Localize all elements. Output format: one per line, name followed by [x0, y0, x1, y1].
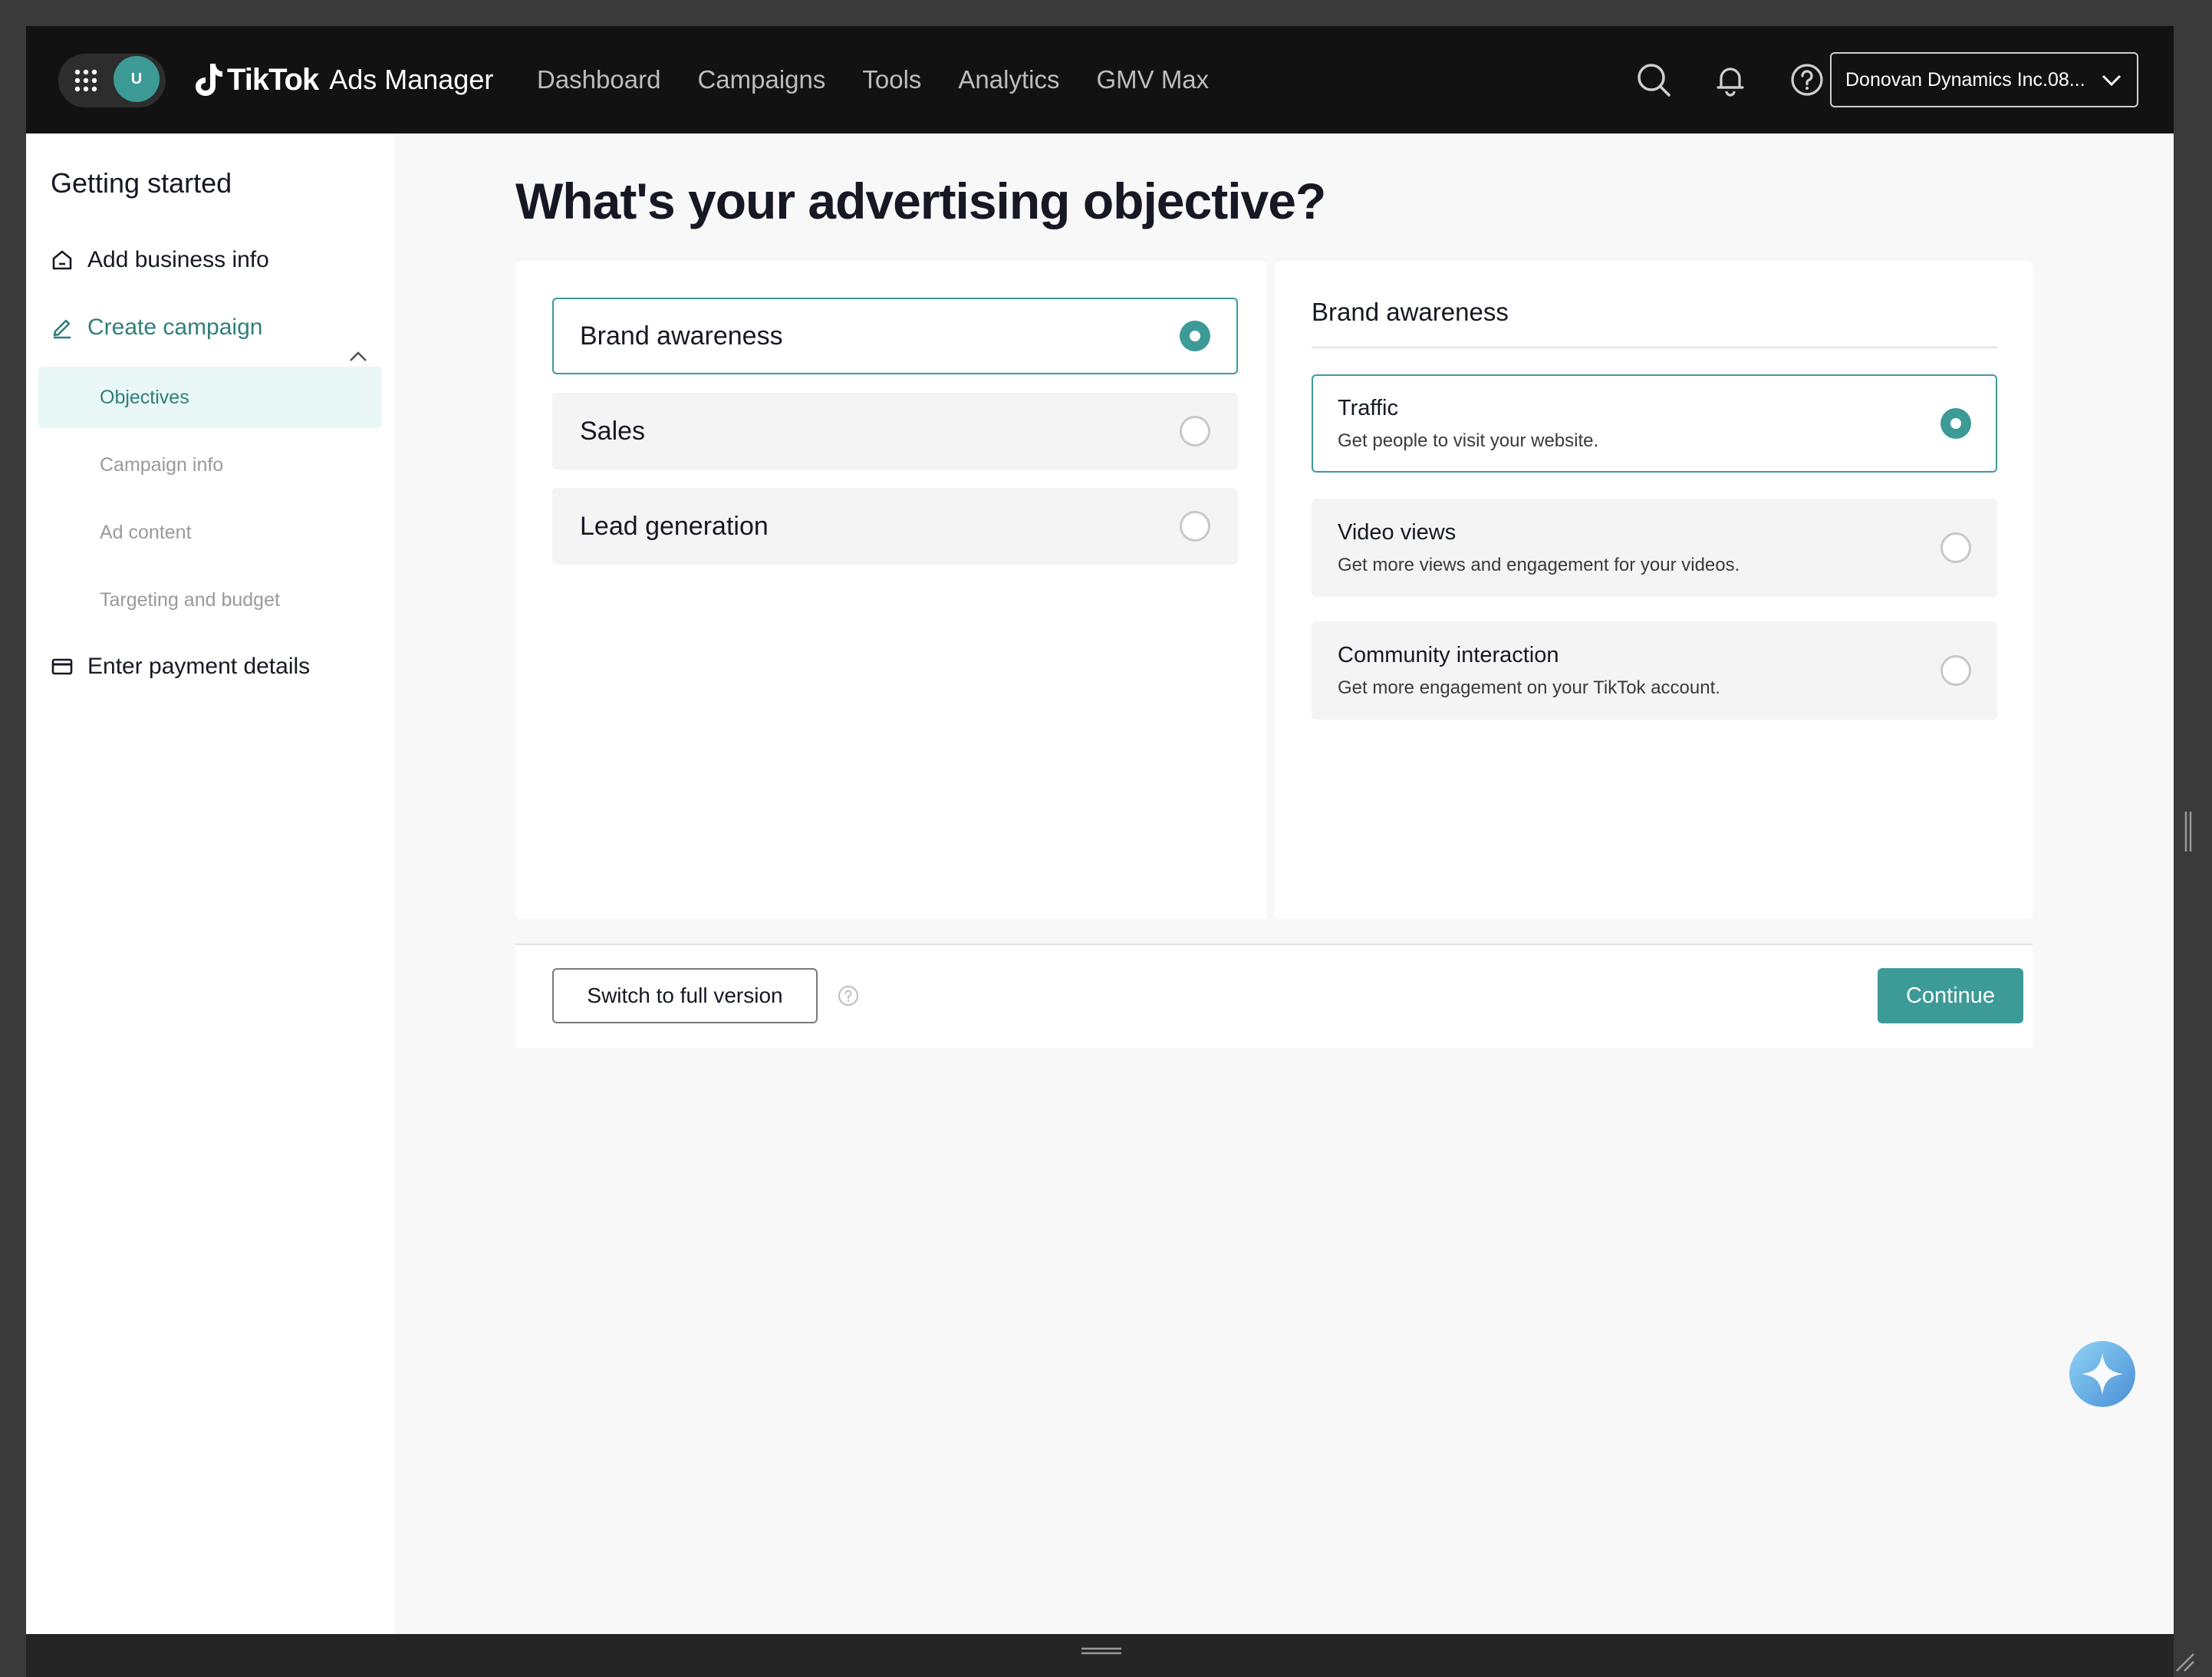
- goal-title: Community interaction: [1338, 642, 1559, 667]
- avatar-initial: U: [130, 70, 143, 87]
- bell-icon[interactable]: [1712, 61, 1749, 98]
- radio-selected[interactable]: [1180, 321, 1210, 351]
- ai-assistant-icon[interactable]: [2068, 1339, 2137, 1408]
- drag-handle-icon[interactable]: [1080, 1646, 1123, 1656]
- grid-icon: [74, 69, 97, 92]
- sidebar-item-label: Create campaign: [87, 315, 263, 340]
- nav-campaigns[interactable]: Campaigns: [697, 65, 825, 94]
- sidebar-item-add-business[interactable]: Add business info: [51, 247, 269, 273]
- sidebar-title: Getting started: [51, 167, 232, 199]
- goal-video-views[interactable]: Video views Get more views and engagemen…: [1312, 499, 1997, 597]
- page-title: What's your advertising objective?: [515, 173, 1326, 229]
- sidebar-item-create-campaign[interactable]: Create campaign: [51, 315, 262, 341]
- sidebar: Getting started Add business info Create…: [26, 133, 394, 1634]
- switch-full-version-button[interactable]: Switch to full version: [552, 968, 818, 1023]
- objective-sales[interactable]: Sales: [552, 393, 1238, 469]
- help-icon[interactable]: [838, 985, 859, 1007]
- objective-label: Lead generation: [580, 511, 769, 541]
- edit-icon: [53, 319, 71, 339]
- goal-description: Get more engagement on your TikTok accou…: [1338, 677, 1720, 698]
- account-selector[interactable]: Donovan Dynamics Inc.08...: [1830, 52, 2138, 107]
- chevron-down-icon: [2102, 74, 2121, 87]
- radio-selected[interactable]: [1940, 408, 1971, 439]
- main-nav: Dashboard Campaigns Tools Analytics GMV …: [537, 26, 1209, 133]
- goal-community-interaction[interactable]: Community interaction Get more engagemen…: [1312, 621, 1997, 720]
- help-icon[interactable]: [1789, 61, 1825, 98]
- window-bottom-bar: [26, 1634, 2194, 1677]
- radio-unselected[interactable]: [1180, 511, 1210, 542]
- footer-bar: Switch to full version Continue: [515, 945, 2033, 1048]
- objective-label: Sales: [580, 416, 646, 446]
- radio-unselected[interactable]: [1180, 416, 1210, 446]
- objectives-panel: Brand awareness Sales Lead generation: [515, 261, 1267, 919]
- radio-unselected[interactable]: [1940, 655, 1971, 686]
- nav-dashboard[interactable]: Dashboard: [537, 65, 660, 94]
- side-resize-handle-icon[interactable]: [2183, 810, 2194, 853]
- goal-title: Traffic: [1338, 395, 1398, 420]
- search-icon[interactable]: [1635, 61, 1672, 98]
- app-window: U TikTok Ads Manager Dashboard Campaigns…: [26, 26, 2174, 1634]
- goal-title: Video views: [1338, 519, 1457, 545]
- nav-gmv-max[interactable]: GMV Max: [1096, 65, 1209, 94]
- nav-tools[interactable]: Tools: [862, 65, 921, 94]
- goal-description: Get more views and engagement for your v…: [1338, 554, 1740, 575]
- goal-description: Get people to visit your website.: [1338, 430, 1599, 451]
- goal-detail-panel: Brand awareness Traffic Get people to vi…: [1275, 261, 2033, 919]
- radio-unselected[interactable]: [1940, 532, 1971, 563]
- chevron-up-icon[interactable]: [347, 345, 370, 368]
- sidebar-subitem-targeting-budget[interactable]: Targeting and budget: [38, 569, 382, 631]
- continue-button[interactable]: Continue: [1878, 968, 2023, 1023]
- tiktok-note-icon: [196, 64, 222, 96]
- sidebar-item-label: Add business info: [87, 247, 269, 272]
- top-bar: U TikTok Ads Manager Dashboard Campaigns…: [26, 26, 2174, 133]
- home-icon: [52, 250, 72, 270]
- objective-label: Brand awareness: [580, 321, 783, 351]
- nav-analytics[interactable]: Analytics: [958, 65, 1059, 94]
- account-name: Donovan Dynamics Inc.08...: [1845, 68, 2085, 91]
- logo-brand: TikTok: [227, 62, 319, 97]
- resize-corner-icon[interactable]: [2174, 1651, 2195, 1672]
- credit-card-icon: [51, 658, 73, 675]
- detail-title: Brand awareness: [1312, 298, 1509, 326]
- sidebar-subitem-campaign-info[interactable]: Campaign info: [38, 434, 382, 496]
- divider: [1312, 347, 1997, 348]
- tiktok-logo[interactable]: TikTok Ads Manager: [193, 57, 493, 103]
- sidebar-item-label: Enter payment details: [87, 654, 311, 679]
- logo-subtitle: Ads Manager: [329, 64, 494, 95]
- avatar[interactable]: U: [114, 56, 160, 102]
- goal-traffic[interactable]: Traffic Get people to visit your website…: [1312, 374, 1997, 473]
- sidebar-subitem-objectives[interactable]: Objectives: [38, 367, 382, 428]
- sidebar-subitem-ad-content[interactable]: Ad content: [38, 502, 382, 563]
- objective-lead-generation[interactable]: Lead generation: [552, 488, 1238, 565]
- sidebar-item-payment[interactable]: Enter payment details: [51, 654, 310, 680]
- objective-brand-awareness[interactable]: Brand awareness: [552, 298, 1238, 374]
